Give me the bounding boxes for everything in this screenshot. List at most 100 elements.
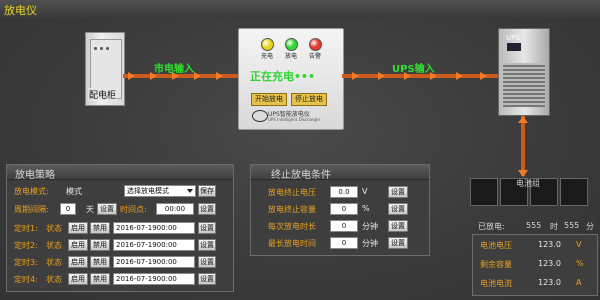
flow-chevron-icon [378, 72, 385, 80]
ups-display [507, 43, 521, 51]
title-bar: 放电仪 [0, 0, 600, 19]
mains-input-label: 市电输入 [154, 64, 194, 75]
battery-label: 电池组 [516, 179, 540, 188]
stop-voltage-input[interactable]: 0.0 [330, 186, 358, 198]
discharged-label: 已放电: [478, 222, 505, 231]
flow-chevron-icon [352, 72, 359, 80]
time-point-input[interactable]: 00:00 [156, 203, 194, 215]
stop-conditions-title: 终止放电条件 [271, 170, 331, 181]
timer2-datetime-input[interactable]: 2016-07-1900:00 [113, 239, 195, 251]
period-label: 周期间隔: [14, 205, 49, 214]
panel-header: 放电策略 [7, 165, 233, 181]
battery-current-label: 电池电流 [480, 279, 512, 288]
battery-link-arrow [521, 116, 525, 176]
timer4-set-button[interactable]: 设置 [198, 273, 216, 285]
timer4-disable-button[interactable]: 禁用 [90, 273, 110, 285]
battery-cell [560, 178, 588, 206]
ups-input-label: UPS输入 [392, 64, 435, 75]
stop-capacity-input[interactable]: 0 [330, 203, 358, 215]
flow-chevron-icon [194, 72, 201, 80]
timer3-disable-button[interactable]: 禁用 [90, 256, 110, 268]
ups-grill [503, 63, 545, 107]
timer2-enable-button[interactable]: 启用 [68, 239, 88, 251]
discharge-lamp-label: 放电 [284, 53, 297, 60]
stop-capacity-unit: % [362, 204, 370, 213]
max-discharge-time-unit: 分钟 [362, 239, 378, 248]
stop-capacity-set-button[interactable]: 设置 [388, 203, 408, 215]
charge-lamp-label: 充电 [260, 53, 273, 60]
discharge-duration-input[interactable]: 0 [330, 220, 358, 232]
max-discharge-time-input[interactable]: 0 [330, 237, 358, 249]
remaining-capacity-label: 剩余容量 [480, 260, 512, 269]
flow-chevron-icon [480, 72, 487, 80]
discharged-minutes-value: 555 [564, 221, 580, 230]
discharge-duration-set-button[interactable]: 设置 [388, 220, 408, 232]
discharged-hours-value: 555 [526, 221, 542, 230]
timer3-set-button[interactable]: 设置 [198, 256, 216, 268]
mode-label: 放电模式: [14, 187, 49, 196]
battery-current-unit: A [576, 278, 582, 287]
mode-select[interactable]: 选择放电模式 [124, 185, 196, 197]
panel-header: 终止放电条件 [251, 165, 429, 181]
chevron-down-icon [187, 189, 193, 193]
timer4-label: 定时4: [14, 275, 38, 284]
indicator-dot [106, 47, 109, 50]
cabinet-label: 配电柜 [88, 88, 118, 101]
stop-voltage-label: 放电终止电压 [268, 188, 316, 197]
flow-chevron-icon [456, 72, 463, 80]
timer3-state-label: 状态 [46, 258, 62, 267]
timer1-label: 定时1: [14, 224, 38, 233]
period-input[interactable]: 0 [60, 203, 76, 215]
flow-chevron-icon [216, 72, 223, 80]
timer1-disable-button[interactable]: 禁用 [90, 222, 110, 234]
brand-subtitle: UPS Intelligent Discharger [268, 117, 321, 122]
timer4-enable-button[interactable]: 启用 [68, 273, 88, 285]
discharged-minutes-unit: 分 [586, 222, 594, 231]
timer4-state-label: 状态 [46, 275, 62, 284]
timer2-set-button[interactable]: 设置 [198, 239, 216, 251]
stop-capacity-label: 放电终止容量 [268, 205, 316, 214]
alarm-lamp-label: 告警 [308, 53, 321, 60]
discharge-duration-label: 每次放电时长 [268, 222, 316, 231]
alarm-lamp-icon [309, 38, 322, 51]
flow-chevron-icon [128, 72, 135, 80]
battery-voltage-unit: V [576, 240, 582, 249]
window-title: 放电仪 [4, 4, 37, 17]
brand-logo-icon [252, 110, 268, 122]
mode-value: 模式 [66, 187, 82, 196]
stop-discharge-button[interactable]: 停止放电 [291, 93, 327, 106]
indicator-dot [100, 47, 103, 50]
timer1-set-button[interactable]: 设置 [198, 222, 216, 234]
ups-tag: UPS [506, 34, 520, 42]
discharge-duration-unit: 分钟 [362, 222, 378, 231]
start-discharge-button[interactable]: 开始放电 [251, 93, 287, 106]
timer1-datetime-input[interactable]: 2016-07-1900:00 [113, 222, 195, 234]
discharged-hours-unit: 时 [550, 222, 558, 231]
timer3-label: 定时3: [14, 258, 38, 267]
stop-voltage-set-button[interactable]: 设置 [388, 186, 408, 198]
timer3-enable-button[interactable]: 启用 [68, 256, 88, 268]
battery-cell [470, 178, 498, 206]
charge-lamp-icon [261, 38, 274, 51]
stop-voltage-unit: V [362, 187, 368, 196]
mode-select-value: 选择放电模式 [127, 187, 169, 195]
time-point-label: 时间点: [120, 205, 147, 214]
battery-voltage-value: 123.0 [538, 240, 561, 249]
timer4-datetime-input[interactable]: 2016-07-1900:00 [113, 273, 195, 285]
max-discharge-time-set-button[interactable]: 设置 [388, 237, 408, 249]
save-mode-button[interactable]: 保存 [198, 185, 216, 197]
timer3-datetime-input[interactable]: 2016-07-1900:00 [113, 256, 195, 268]
max-discharge-time-label: 最长放电时间 [268, 239, 316, 248]
timer2-disable-button[interactable]: 禁用 [90, 239, 110, 251]
remaining-capacity-unit: % [576, 259, 584, 268]
set-period-button[interactable]: 设置 [97, 203, 117, 215]
strategy-title: 放电策略 [15, 170, 55, 181]
set-time-point-button[interactable]: 设置 [198, 203, 216, 215]
discharge-lamp-icon [285, 38, 298, 51]
charging-status: 正在充电••• [250, 70, 316, 83]
timer2-label: 定时2: [14, 241, 38, 250]
indicator-dot [94, 47, 97, 50]
timer1-enable-button[interactable]: 启用 [68, 222, 88, 234]
up-arrow-icon [518, 116, 528, 123]
remaining-capacity-value: 123.0 [538, 259, 561, 268]
